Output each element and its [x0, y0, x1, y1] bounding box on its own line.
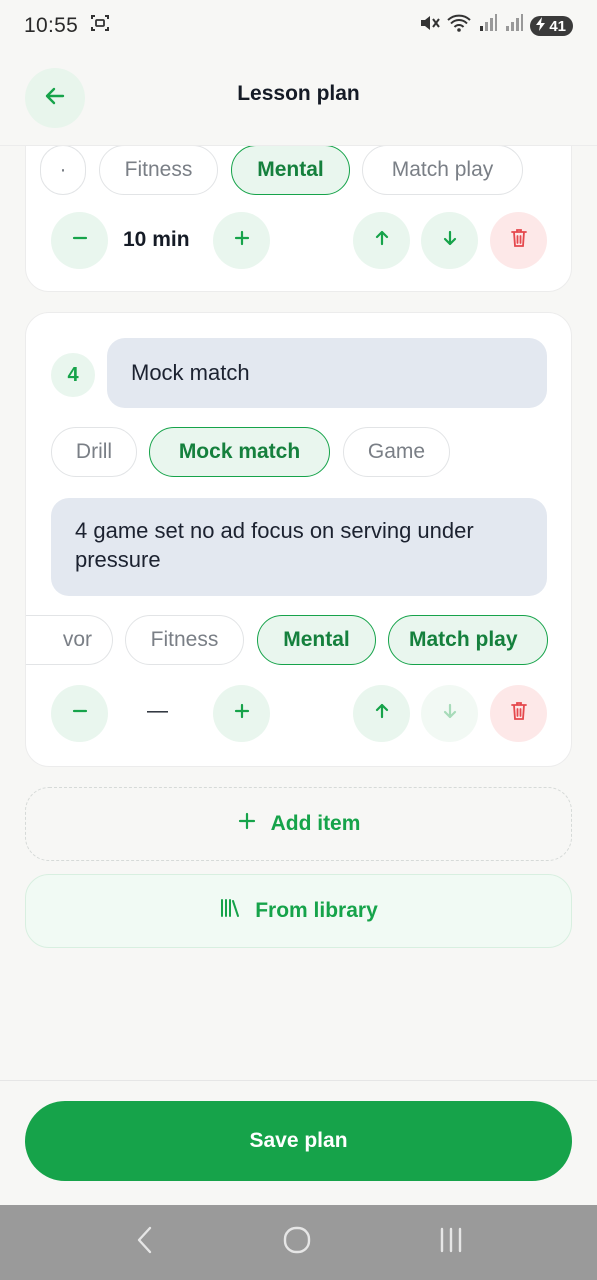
move-down-button[interactable]	[421, 685, 478, 742]
decrease-duration-button[interactable]	[51, 685, 108, 742]
minus-icon	[71, 229, 89, 252]
type-chip-game[interactable]: Game	[343, 427, 450, 477]
add-item-button[interactable]: Add item	[25, 787, 572, 861]
system-navigation-bar	[0, 1205, 597, 1280]
status-time: 10:55	[24, 14, 79, 37]
screenshot-icon	[90, 13, 110, 39]
type-chip-drill[interactable]: Drill	[51, 427, 137, 477]
recents-nav-icon[interactable]	[437, 1225, 465, 1260]
signal-icon	[478, 13, 498, 39]
trash-icon	[509, 227, 529, 254]
from-library-button[interactable]: From library	[25, 874, 572, 948]
item-name-input[interactable]: Mock match	[107, 338, 547, 408]
mute-icon	[418, 13, 441, 39]
duration-value: 10 min	[123, 228, 190, 251]
tag-chip[interactable]: vor	[26, 615, 113, 665]
plan-item-card: 4 Mock match Drill Mock match Game 4 gam…	[25, 312, 572, 767]
page-title: Lesson plan	[237, 82, 360, 105]
save-plan-button[interactable]: Save plan	[25, 1101, 572, 1181]
charging-icon	[535, 17, 547, 35]
increase-duration-button[interactable]	[213, 685, 270, 742]
move-up-button[interactable]	[353, 685, 410, 742]
item-number-badge: 4	[51, 353, 95, 397]
duration-value: —	[147, 699, 168, 722]
wifi-icon	[446, 13, 472, 39]
tag-chip-match-play[interactable]: Match play	[362, 146, 523, 195]
battery-level: 41	[549, 17, 566, 35]
tag-chip-fitness[interactable]: Fitness	[99, 146, 218, 195]
plan-item-card: · Fitness Mental Match play 10 min	[25, 146, 572, 292]
plus-icon	[233, 702, 251, 725]
delete-item-button[interactable]	[490, 212, 547, 269]
tag-chip-match-play[interactable]: Match play	[388, 615, 548, 665]
home-nav-icon[interactable]	[282, 1225, 312, 1260]
library-icon	[219, 898, 241, 924]
footer-bar: Save plan	[0, 1080, 597, 1205]
tag-chip-mental[interactable]: Mental	[231, 146, 350, 195]
tag-chip-fitness[interactable]: Fitness	[125, 615, 244, 665]
battery-indicator: 41	[530, 16, 573, 36]
signal-icon	[504, 13, 524, 39]
tag-chip-mental[interactable]: Mental	[257, 615, 376, 665]
trash-icon	[509, 700, 529, 727]
move-down-button[interactable]	[421, 212, 478, 269]
from-library-label: From library	[255, 899, 378, 922]
decrease-duration-button[interactable]	[51, 212, 108, 269]
plus-icon	[237, 811, 257, 837]
add-item-label: Add item	[270, 812, 361, 835]
minus-icon	[71, 702, 89, 725]
move-up-button[interactable]	[353, 212, 410, 269]
item-notes-input[interactable]: 4 game set no ad focus on serving under …	[51, 498, 547, 596]
arrow-down-icon	[440, 228, 460, 253]
tag-chip[interactable]: ·	[40, 146, 86, 195]
top-app-bar: Lesson plan	[0, 52, 597, 146]
status-bar: 10:55 41	[0, 0, 597, 52]
back-nav-icon[interactable]	[133, 1225, 157, 1260]
delete-item-button[interactable]	[490, 685, 547, 742]
increase-duration-button[interactable]	[213, 212, 270, 269]
plus-icon	[233, 229, 251, 252]
arrow-down-icon	[440, 701, 460, 726]
arrow-up-icon	[372, 228, 392, 253]
plan-items-list[interactable]: · Fitness Mental Match play 10 min 4 Moc…	[0, 146, 597, 1080]
arrow-up-icon	[372, 701, 392, 726]
type-chip-mock-match[interactable]: Mock match	[149, 427, 330, 477]
